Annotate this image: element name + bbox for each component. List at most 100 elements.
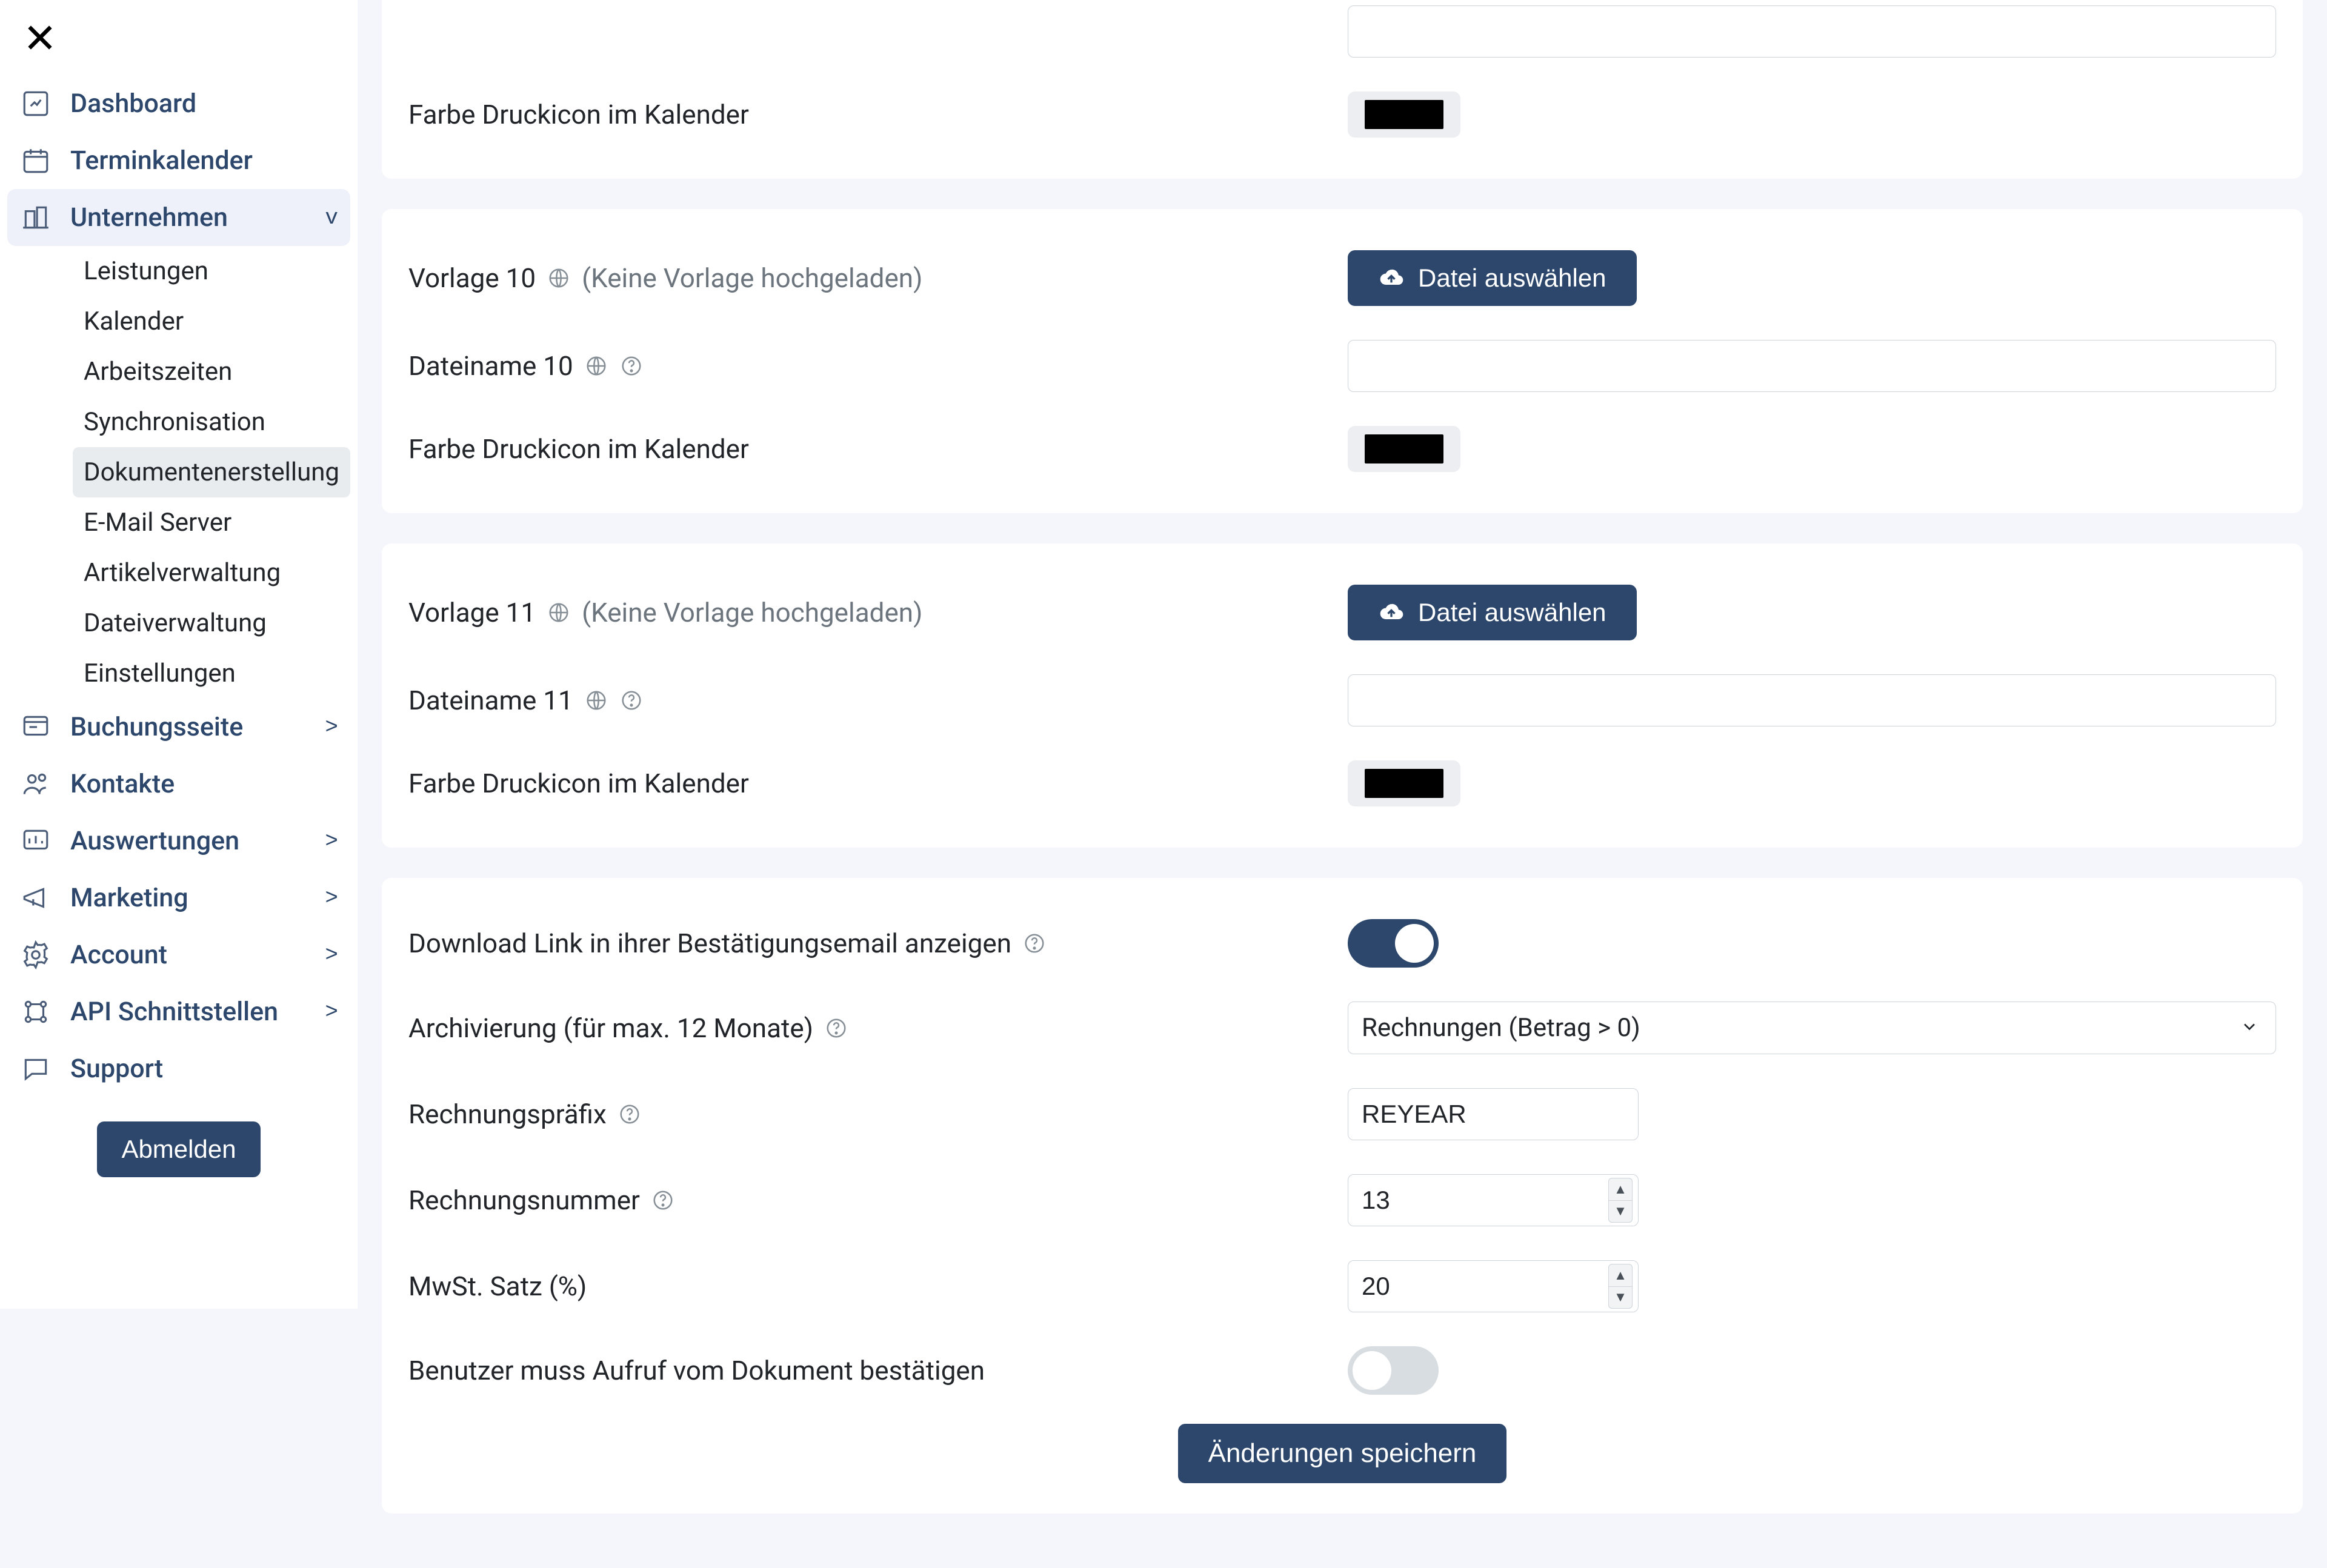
- toggle-knob: [1395, 924, 1434, 963]
- chevron-right-icon: >: [325, 715, 338, 740]
- sidebar-item-label: Buchungsseite: [70, 712, 307, 742]
- help-icon[interactable]: [824, 1016, 848, 1040]
- sidebar-item-marketing[interactable]: Marketing >: [7, 869, 350, 926]
- sidebar-item-api[interactable]: API Schnittstellen >: [7, 983, 350, 1040]
- document-settings-card: Download Link in ihrer Bestätigungsemail…: [382, 878, 2303, 1513]
- choose-file-button-11[interactable]: Datei auswählen: [1348, 585, 1637, 640]
- help-icon[interactable]: [619, 354, 644, 378]
- color-label: Farbe Druckicon im Kalender: [408, 99, 749, 130]
- sidebar-sub-einstellungen[interactable]: Einstellungen: [73, 648, 350, 699]
- color-picker-10[interactable]: [1348, 426, 1460, 472]
- choose-file-label: Datei auswählen: [1418, 598, 1606, 627]
- download-link-toggle[interactable]: [1348, 919, 1439, 968]
- color-swatch: [1365, 769, 1443, 798]
- filename-prev-input[interactable]: [1348, 5, 2276, 58]
- sidebar-item-kontakte[interactable]: Kontakte: [7, 756, 350, 812]
- toggle-knob: [1353, 1351, 1391, 1390]
- template10-title: Vorlage 10: [408, 262, 536, 294]
- choose-file-button-10[interactable]: Datei auswählen: [1348, 250, 1637, 306]
- sidebar-sub-arbeitszeiten[interactable]: Arbeitszeiten: [73, 347, 350, 397]
- stepper-up-icon[interactable]: ▲: [1609, 1178, 1632, 1201]
- cloud-upload-icon: [1378, 265, 1405, 291]
- color-picker-11[interactable]: [1348, 760, 1460, 806]
- filename11-input[interactable]: [1348, 674, 2276, 726]
- sidebar-sub-dokumentenerstellung[interactable]: Dokumentenerstellung: [73, 447, 350, 497]
- help-icon[interactable]: [651, 1188, 675, 1212]
- logout-button[interactable]: Abmelden: [97, 1121, 260, 1177]
- chevron-right-icon: >: [325, 829, 338, 854]
- invoice-no-label: Rechnungsnummer: [408, 1184, 640, 1216]
- sidebar-item-label: API Schnittstellen: [70, 997, 307, 1027]
- sidebar-item-label: Auswertungen: [70, 826, 307, 856]
- company-icon: [19, 201, 52, 234]
- sidebar-sub-synchronisation[interactable]: Synchronisation: [73, 397, 350, 447]
- sidebar-item-label: Account: [70, 940, 307, 970]
- sidebar: Dashboard Terminkalender Unternehmen v L…: [0, 0, 358, 1309]
- confirm-toggle[interactable]: [1348, 1346, 1439, 1395]
- sidebar-item-dashboard[interactable]: Dashboard: [7, 75, 350, 132]
- template11-title: Vorlage 11: [408, 597, 536, 628]
- sidebar-sub-leistungen[interactable]: Leistungen: [73, 246, 350, 296]
- stepper-down-icon[interactable]: ▼: [1609, 1287, 1632, 1309]
- chevron-right-icon: >: [325, 886, 338, 911]
- filename10-label: Dateiname 10: [408, 350, 573, 382]
- invoice-no-input[interactable]: [1348, 1174, 1639, 1226]
- choose-file-label: Datei auswählen: [1418, 264, 1606, 293]
- download-link-label: Download Link in ihrer Bestätigungsemail…: [408, 928, 1011, 959]
- stepper-up-icon[interactable]: ▲: [1609, 1264, 1632, 1287]
- archive-select-value: Rechnungen (Betrag > 0): [1348, 1002, 2276, 1054]
- sidebar-sub-artikelverwaltung[interactable]: Artikelverwaltung: [73, 548, 350, 598]
- color10-label: Farbe Druckicon im Kalender: [408, 433, 749, 465]
- sidebar-item-auswertungen[interactable]: Auswertungen >: [7, 812, 350, 869]
- help-icon[interactable]: [619, 688, 644, 713]
- prefix-input[interactable]: [1348, 1088, 1639, 1140]
- cloud-upload-icon: [1378, 599, 1405, 626]
- globe-icon: [584, 354, 608, 378]
- sidebar-item-label: Dashboard: [70, 88, 338, 119]
- filename11-label: Dateiname 11: [408, 685, 573, 716]
- chevron-right-icon: >: [325, 1000, 338, 1025]
- stepper-down-icon[interactable]: ▼: [1609, 1201, 1632, 1223]
- sidebar-item-label: Unternehmen: [70, 202, 307, 233]
- sidebar-sub-kalender[interactable]: Kalender: [73, 296, 350, 347]
- color-swatch: [1365, 100, 1443, 129]
- help-icon[interactable]: [1022, 931, 1047, 955]
- save-button[interactable]: Änderungen speichern: [1178, 1424, 1507, 1483]
- confirm-label: Benutzer muss Aufruf vom Dokument bestät…: [408, 1355, 985, 1386]
- chevron-right-icon: >: [325, 943, 338, 968]
- main-content: Farbe Druckicon im Kalender Vorlage 10 (…: [358, 0, 2327, 1568]
- sidebar-item-label: Kontakte: [70, 769, 338, 799]
- template-card-11: Vorlage 11 (Keine Vorlage hochgeladen) D…: [382, 543, 2303, 848]
- marketing-icon: [19, 882, 52, 914]
- vat-label: MwSt. Satz (%): [408, 1271, 587, 1302]
- archive-select[interactable]: Rechnungen (Betrag > 0): [1348, 1002, 2276, 1054]
- globe-icon: [584, 688, 608, 713]
- reports-icon: [19, 825, 52, 857]
- sidebar-item-account[interactable]: Account >: [7, 926, 350, 983]
- color11-label: Farbe Druckicon im Kalender: [408, 768, 749, 799]
- help-icon[interactable]: [618, 1102, 642, 1126]
- contacts-icon: [19, 768, 52, 800]
- sidebar-item-label: Terminkalender: [70, 145, 338, 176]
- template-card-prev: Farbe Druckicon im Kalender: [382, 0, 2303, 179]
- api-icon: [19, 995, 52, 1028]
- globe-icon: [547, 266, 571, 290]
- close-sidebar-button[interactable]: [15, 12, 65, 63]
- chevron-down-icon: v: [325, 205, 338, 230]
- sidebar-item-label: Support: [70, 1054, 338, 1084]
- sidebar-item-terminkalender[interactable]: Terminkalender: [7, 132, 350, 189]
- close-icon: [24, 22, 56, 53]
- sidebar-item-buchungsseite[interactable]: Buchungsseite >: [7, 699, 350, 756]
- filename10-input[interactable]: [1348, 340, 2276, 392]
- vat-stepper[interactable]: ▲ ▼: [1608, 1264, 1633, 1309]
- sidebar-item-unternehmen[interactable]: Unternehmen v: [7, 189, 350, 246]
- invoice-no-stepper[interactable]: ▲ ▼: [1608, 1178, 1633, 1223]
- sidebar-sub-dateiverwaltung[interactable]: Dateiverwaltung: [73, 598, 350, 648]
- vat-input[interactable]: [1348, 1260, 1639, 1312]
- sidebar-item-support[interactable]: Support: [7, 1040, 350, 1097]
- color-picker-prev[interactable]: [1348, 91, 1460, 138]
- sidebar-sub-email-server[interactable]: E-Mail Server: [73, 497, 350, 548]
- globe-icon: [547, 600, 571, 625]
- template10-hint: (Keine Vorlage hochgeladen): [582, 262, 922, 294]
- account-icon: [19, 938, 52, 971]
